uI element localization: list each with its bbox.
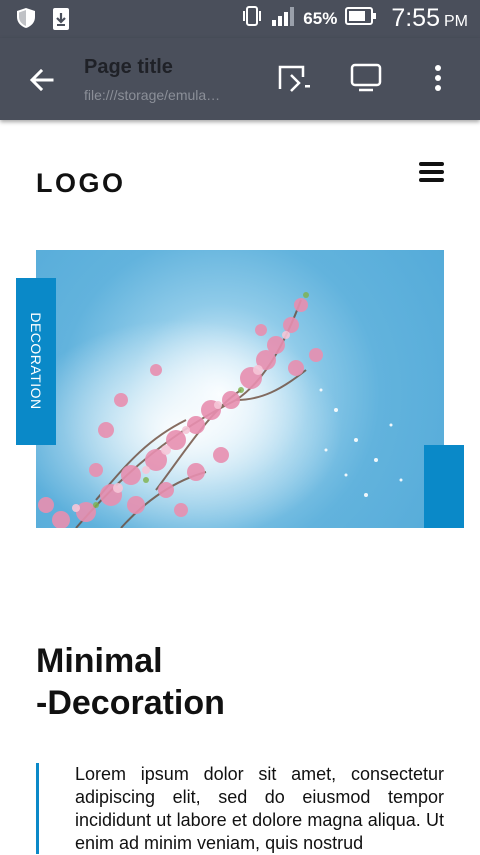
more-vert-icon[interactable] [430, 63, 446, 98]
status-bar: 65% 7:55 PM [0, 0, 480, 38]
heading-line-2: -Decoration [36, 684, 225, 722]
decoration-tab[interactable]: DECORATION [16, 278, 56, 445]
clock-time: 7:55 [391, 4, 440, 32]
back-arrow-icon[interactable] [26, 64, 58, 96]
browser-app-bar: Page title file:///storage/emula… [0, 38, 480, 120]
cast-icon[interactable] [277, 63, 313, 98]
signal-icon [271, 6, 295, 31]
decoration-block [424, 445, 464, 528]
desktop-view-icon[interactable] [350, 63, 382, 98]
download-icon [52, 7, 70, 36]
cherry-blossom-branch-image [36, 250, 444, 528]
decoration-tab-label: DECORATION [28, 312, 44, 410]
heading-line-1: Minimal [36, 642, 163, 680]
hero-image [36, 250, 444, 528]
shield-icon [16, 7, 36, 36]
hamburger-menu-icon[interactable] [419, 162, 445, 184]
battery-percent: 65% [303, 8, 338, 28]
page-title: Page title [84, 56, 173, 78]
battery-icon [345, 6, 377, 31]
page-info[interactable]: Page title file:///storage/emula… [84, 56, 220, 103]
vibrate-icon [241, 5, 263, 32]
clock-ampm: PM [444, 13, 468, 30]
quote-text: Lorem ipsum dolor sit amet, consectetur … [75, 764, 444, 853]
blockquote: Lorem ipsum dolor sit amet, consectetur … [36, 763, 444, 854]
section-heading: Minimal -Decoration [36, 640, 225, 724]
page-url: file:///storage/emula… [84, 87, 221, 103]
site-logo[interactable]: LOGO [36, 168, 126, 199]
